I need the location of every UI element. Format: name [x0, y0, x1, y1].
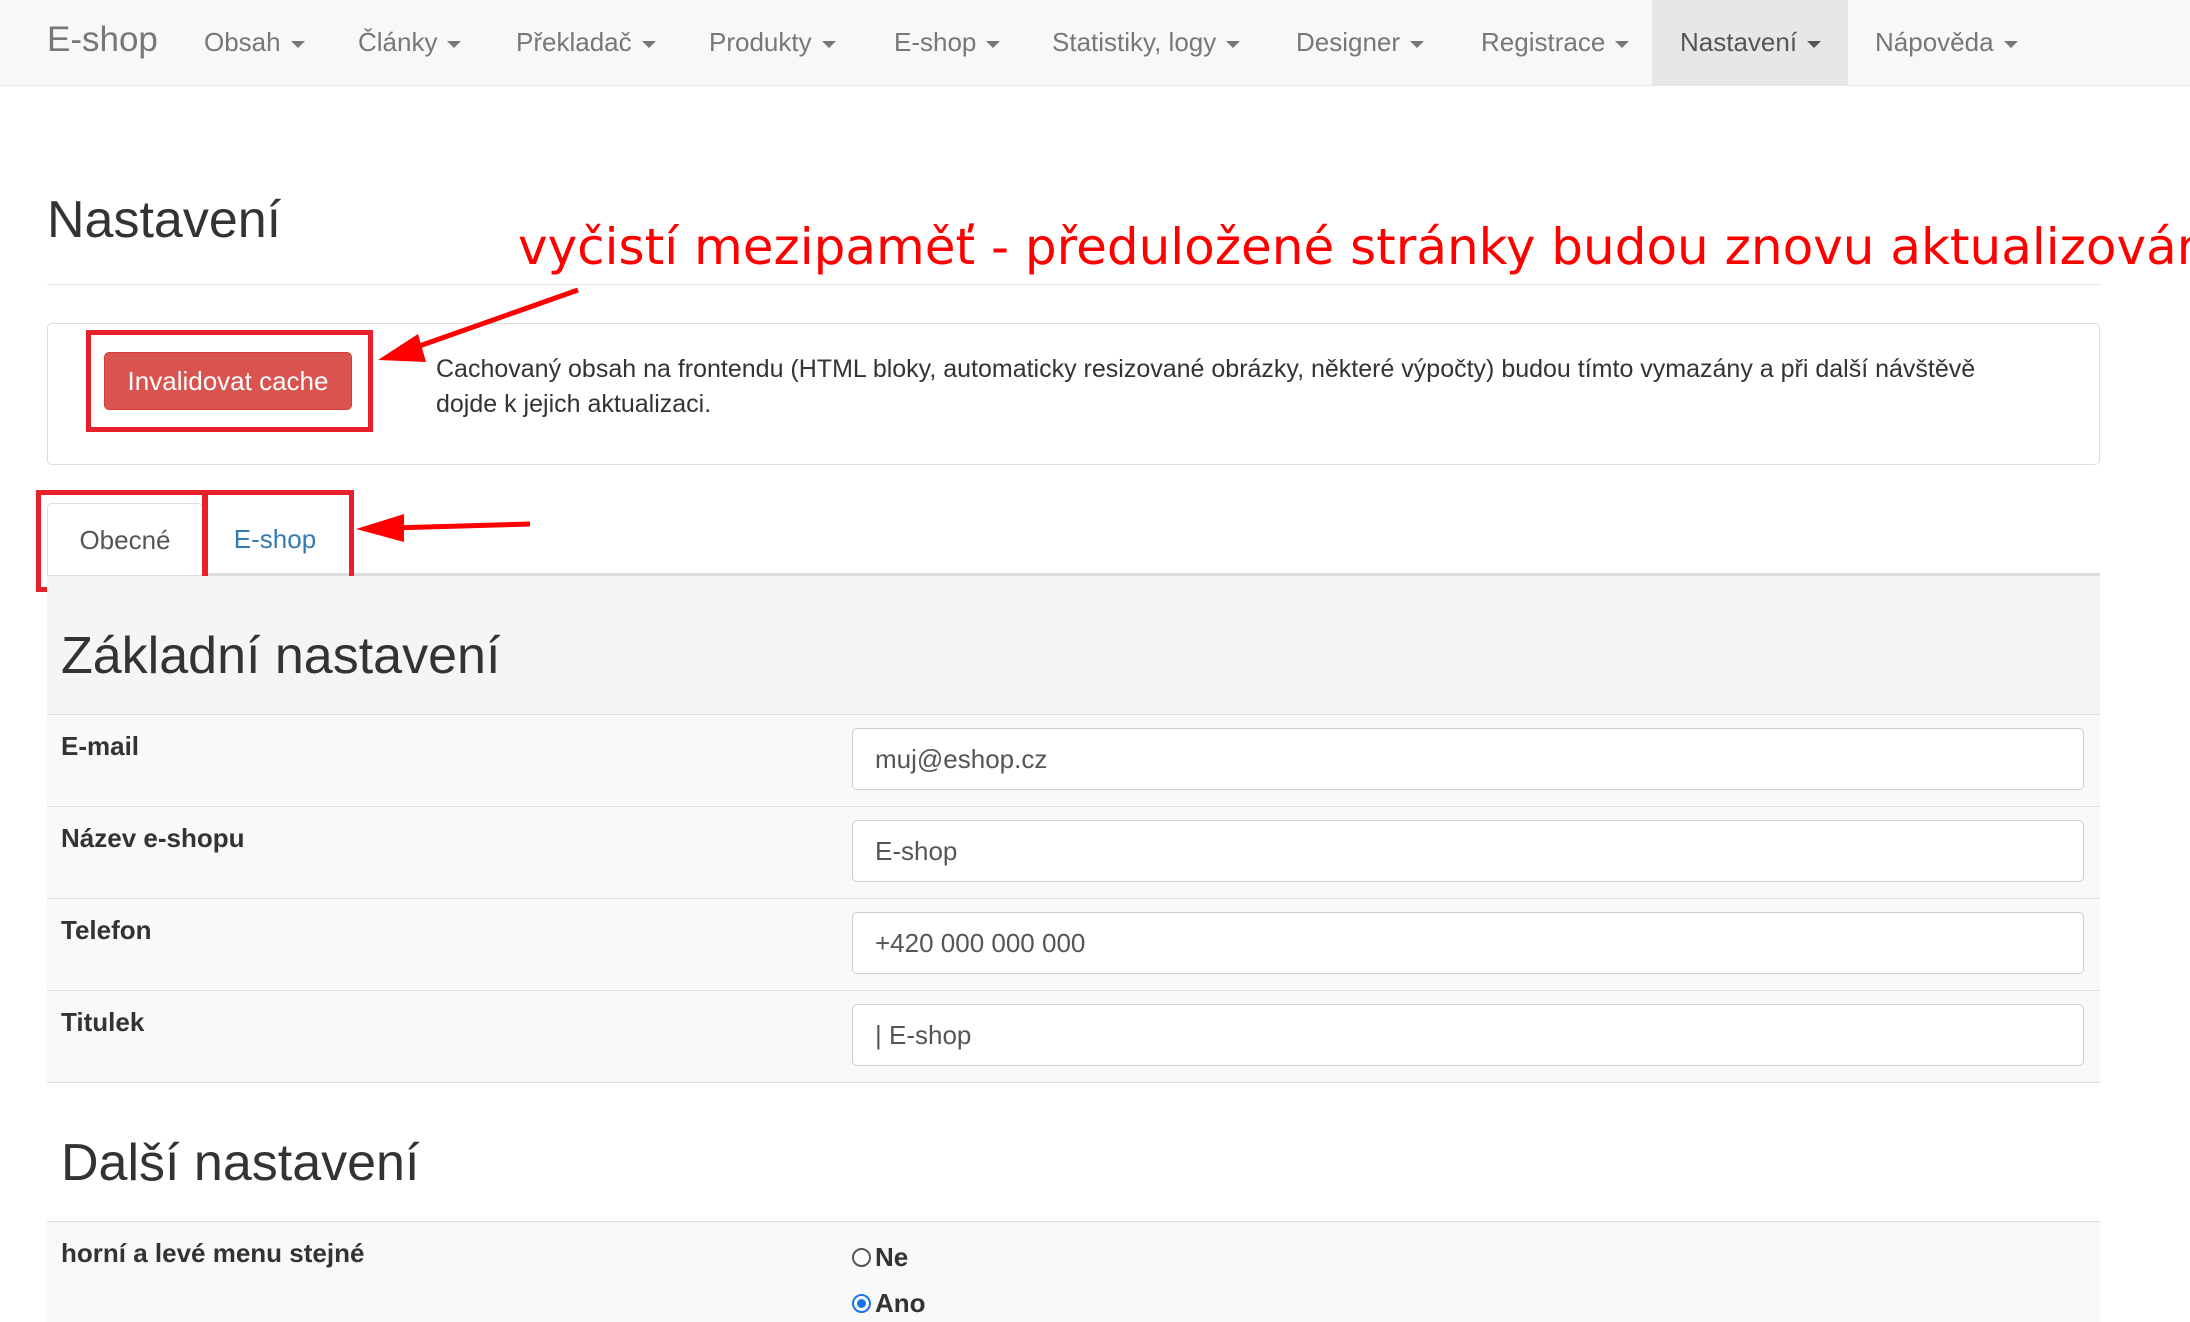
shop-name-input[interactable]: [852, 820, 2084, 882]
nav-item-label: Statistiky, logy: [1052, 27, 1217, 57]
other-settings-heading: Další nastavení: [61, 1134, 420, 1192]
radio-checked-icon[interactable]: [852, 1294, 871, 1313]
brand-logo[interactable]: E-shop: [47, 20, 158, 60]
phone-input[interactable]: [852, 912, 2084, 974]
radio-label: Ano: [875, 1288, 926, 1318]
nav-item-label: Články: [358, 27, 438, 57]
nav-item-label: Designer: [1296, 27, 1401, 57]
basic-settings-header: Základní nastavení: [47, 576, 2100, 714]
field-label: Název e-shopu: [61, 823, 245, 853]
caret-down-icon: [1410, 40, 1425, 48]
field-label: Titulek: [61, 1007, 145, 1037]
nav-item-label: Nápověda: [1875, 27, 1994, 57]
cache-description: Cachovaný obsah na frontendu (HTML bloky…: [436, 355, 1976, 418]
nav-item-label: Registrace: [1481, 27, 1606, 57]
nav-item-designer[interactable]: Designer: [1268, 0, 1452, 86]
nav-item-label: E-shop: [894, 27, 977, 57]
nav-item-label: Překladač: [516, 27, 632, 57]
nav-item-registrace[interactable]: Registrace: [1453, 0, 1657, 86]
nav-item-clanky[interactable]: Články: [330, 0, 489, 86]
tab-eshop[interactable]: E-shop: [210, 503, 340, 575]
title-input[interactable]: [852, 1004, 2084, 1066]
annotation-text: vyčistí mezipaměť - předuložené stránky …: [518, 218, 2190, 276]
nav-item-label: Nastavení: [1680, 27, 1798, 57]
top-navbar: E-shop Obsah Články Překladač Produkty E…: [0, 0, 2190, 86]
settings-row-title: Titulek: [47, 990, 2100, 1083]
caret-down-icon: [1615, 40, 1630, 48]
caret-down-icon: [1807, 40, 1822, 48]
basic-settings-heading: Základní nastavení: [61, 627, 501, 685]
caret-down-icon: [290, 40, 305, 48]
caret-down-icon: [641, 40, 656, 48]
settings-row-email: E-mail: [47, 714, 2100, 806]
page-title: Nastavení: [47, 191, 282, 249]
invalidate-cache-button[interactable]: Invalidovat cache: [104, 352, 352, 410]
settings-row-shop-name: Název e-shopu: [47, 806, 2100, 898]
other-settings-header: Další nastavení: [47, 1083, 2100, 1221]
field-label: horní a levé menu stejné: [61, 1238, 365, 1268]
caret-down-icon: [2003, 40, 2018, 48]
settings-row-phone: Telefon: [47, 898, 2100, 990]
radio-option-ano[interactable]: Ano: [852, 1288, 926, 1319]
nav-item-label: Obsah: [204, 27, 281, 57]
radio-unchecked-icon[interactable]: [852, 1248, 871, 1267]
arrowhead-icon: [356, 514, 404, 542]
caret-down-icon: [1226, 40, 1241, 48]
nav-item-statistiky[interactable]: Statistiky, logy: [1024, 0, 1268, 86]
radio-label: Ne: [875, 1242, 909, 1272]
nav-item-label: Produkty: [709, 27, 812, 57]
field-label: Telefon: [61, 915, 152, 945]
caret-down-icon: [447, 40, 462, 48]
email-input[interactable]: [852, 728, 2084, 790]
nav-item-produkty[interactable]: Produkty: [681, 0, 864, 86]
nav-item-eshop[interactable]: E-shop: [866, 0, 1028, 86]
nav-item-prekladac[interactable]: Překladač: [488, 0, 684, 86]
tab-obecne[interactable]: Obecné: [47, 503, 203, 575]
caret-down-icon: [821, 40, 836, 48]
nav-item-napoveda[interactable]: Nápověda: [1847, 0, 2046, 86]
field-label: E-mail: [61, 731, 140, 761]
title-divider: [47, 284, 2100, 285]
nav-item-obsah[interactable]: Obsah: [176, 0, 333, 86]
settings-row-menu-same: horní a levé menu stejné: [47, 1221, 2100, 1322]
nav-item-nastaveni[interactable]: Nastavení: [1652, 0, 1848, 86]
radio-option-ne[interactable]: Ne: [852, 1242, 908, 1273]
annotation-arrow-tabs: [391, 521, 531, 531]
caret-down-icon: [986, 40, 1001, 48]
